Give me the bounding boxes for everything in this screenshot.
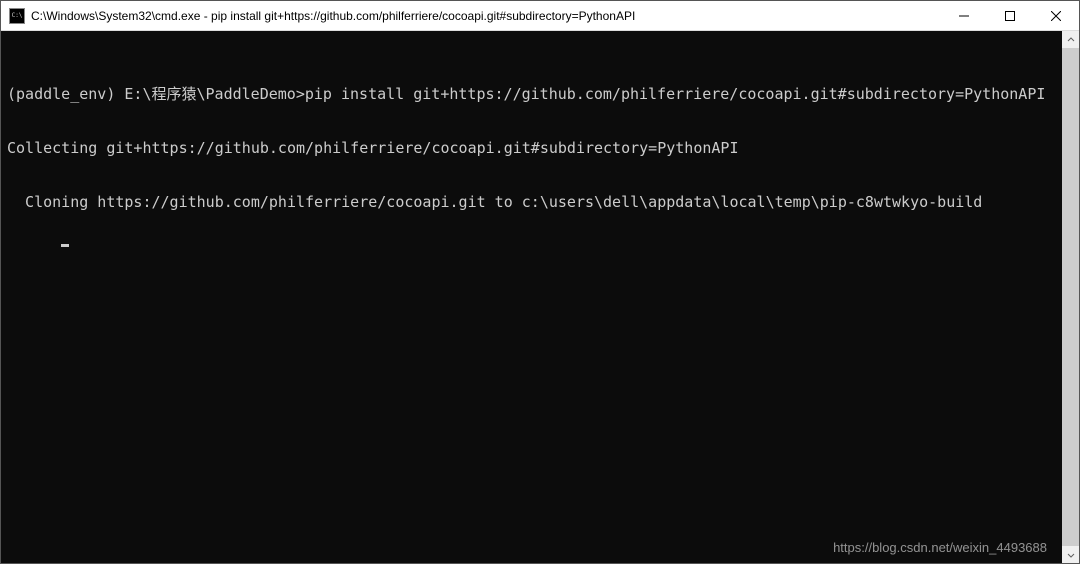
maximize-icon: [1005, 11, 1015, 21]
client-area: (paddle_env) E:\程序猿\PaddleDemo>pip insta…: [1, 31, 1079, 563]
cmd-window: C:\Windows\System32\cmd.exe - pip instal…: [0, 0, 1080, 564]
scrollbar-track[interactable]: [1062, 48, 1079, 546]
titlebar[interactable]: C:\Windows\System32\cmd.exe - pip instal…: [1, 1, 1079, 31]
cmd-icon: [9, 8, 25, 24]
vertical-scrollbar[interactable]: [1062, 31, 1079, 563]
terminal-cursor: [61, 244, 69, 247]
close-icon: [1051, 11, 1061, 21]
window-controls: [941, 1, 1079, 30]
scrollbar-thumb[interactable]: [1062, 48, 1079, 546]
window-title: C:\Windows\System32\cmd.exe - pip instal…: [31, 9, 941, 23]
terminal-output[interactable]: (paddle_env) E:\程序猿\PaddleDemo>pip insta…: [1, 31, 1062, 563]
scroll-down-button[interactable]: [1062, 546, 1079, 563]
chevron-up-icon: [1067, 36, 1075, 44]
chevron-down-icon: [1067, 551, 1075, 559]
terminal-line: Cloning https://github.com/philferriere/…: [7, 193, 1056, 211]
minimize-button[interactable]: [941, 1, 987, 30]
maximize-button[interactable]: [987, 1, 1033, 30]
terminal-line: (paddle_env) E:\程序猿\PaddleDemo>pip insta…: [7, 85, 1056, 103]
minimize-icon: [959, 11, 969, 21]
close-button[interactable]: [1033, 1, 1079, 30]
watermark-text: https://blog.csdn.net/weixin_4493688: [833, 539, 1047, 557]
terminal-line: Collecting git+https://github.com/philfe…: [7, 139, 1056, 157]
scroll-up-button[interactable]: [1062, 31, 1079, 48]
